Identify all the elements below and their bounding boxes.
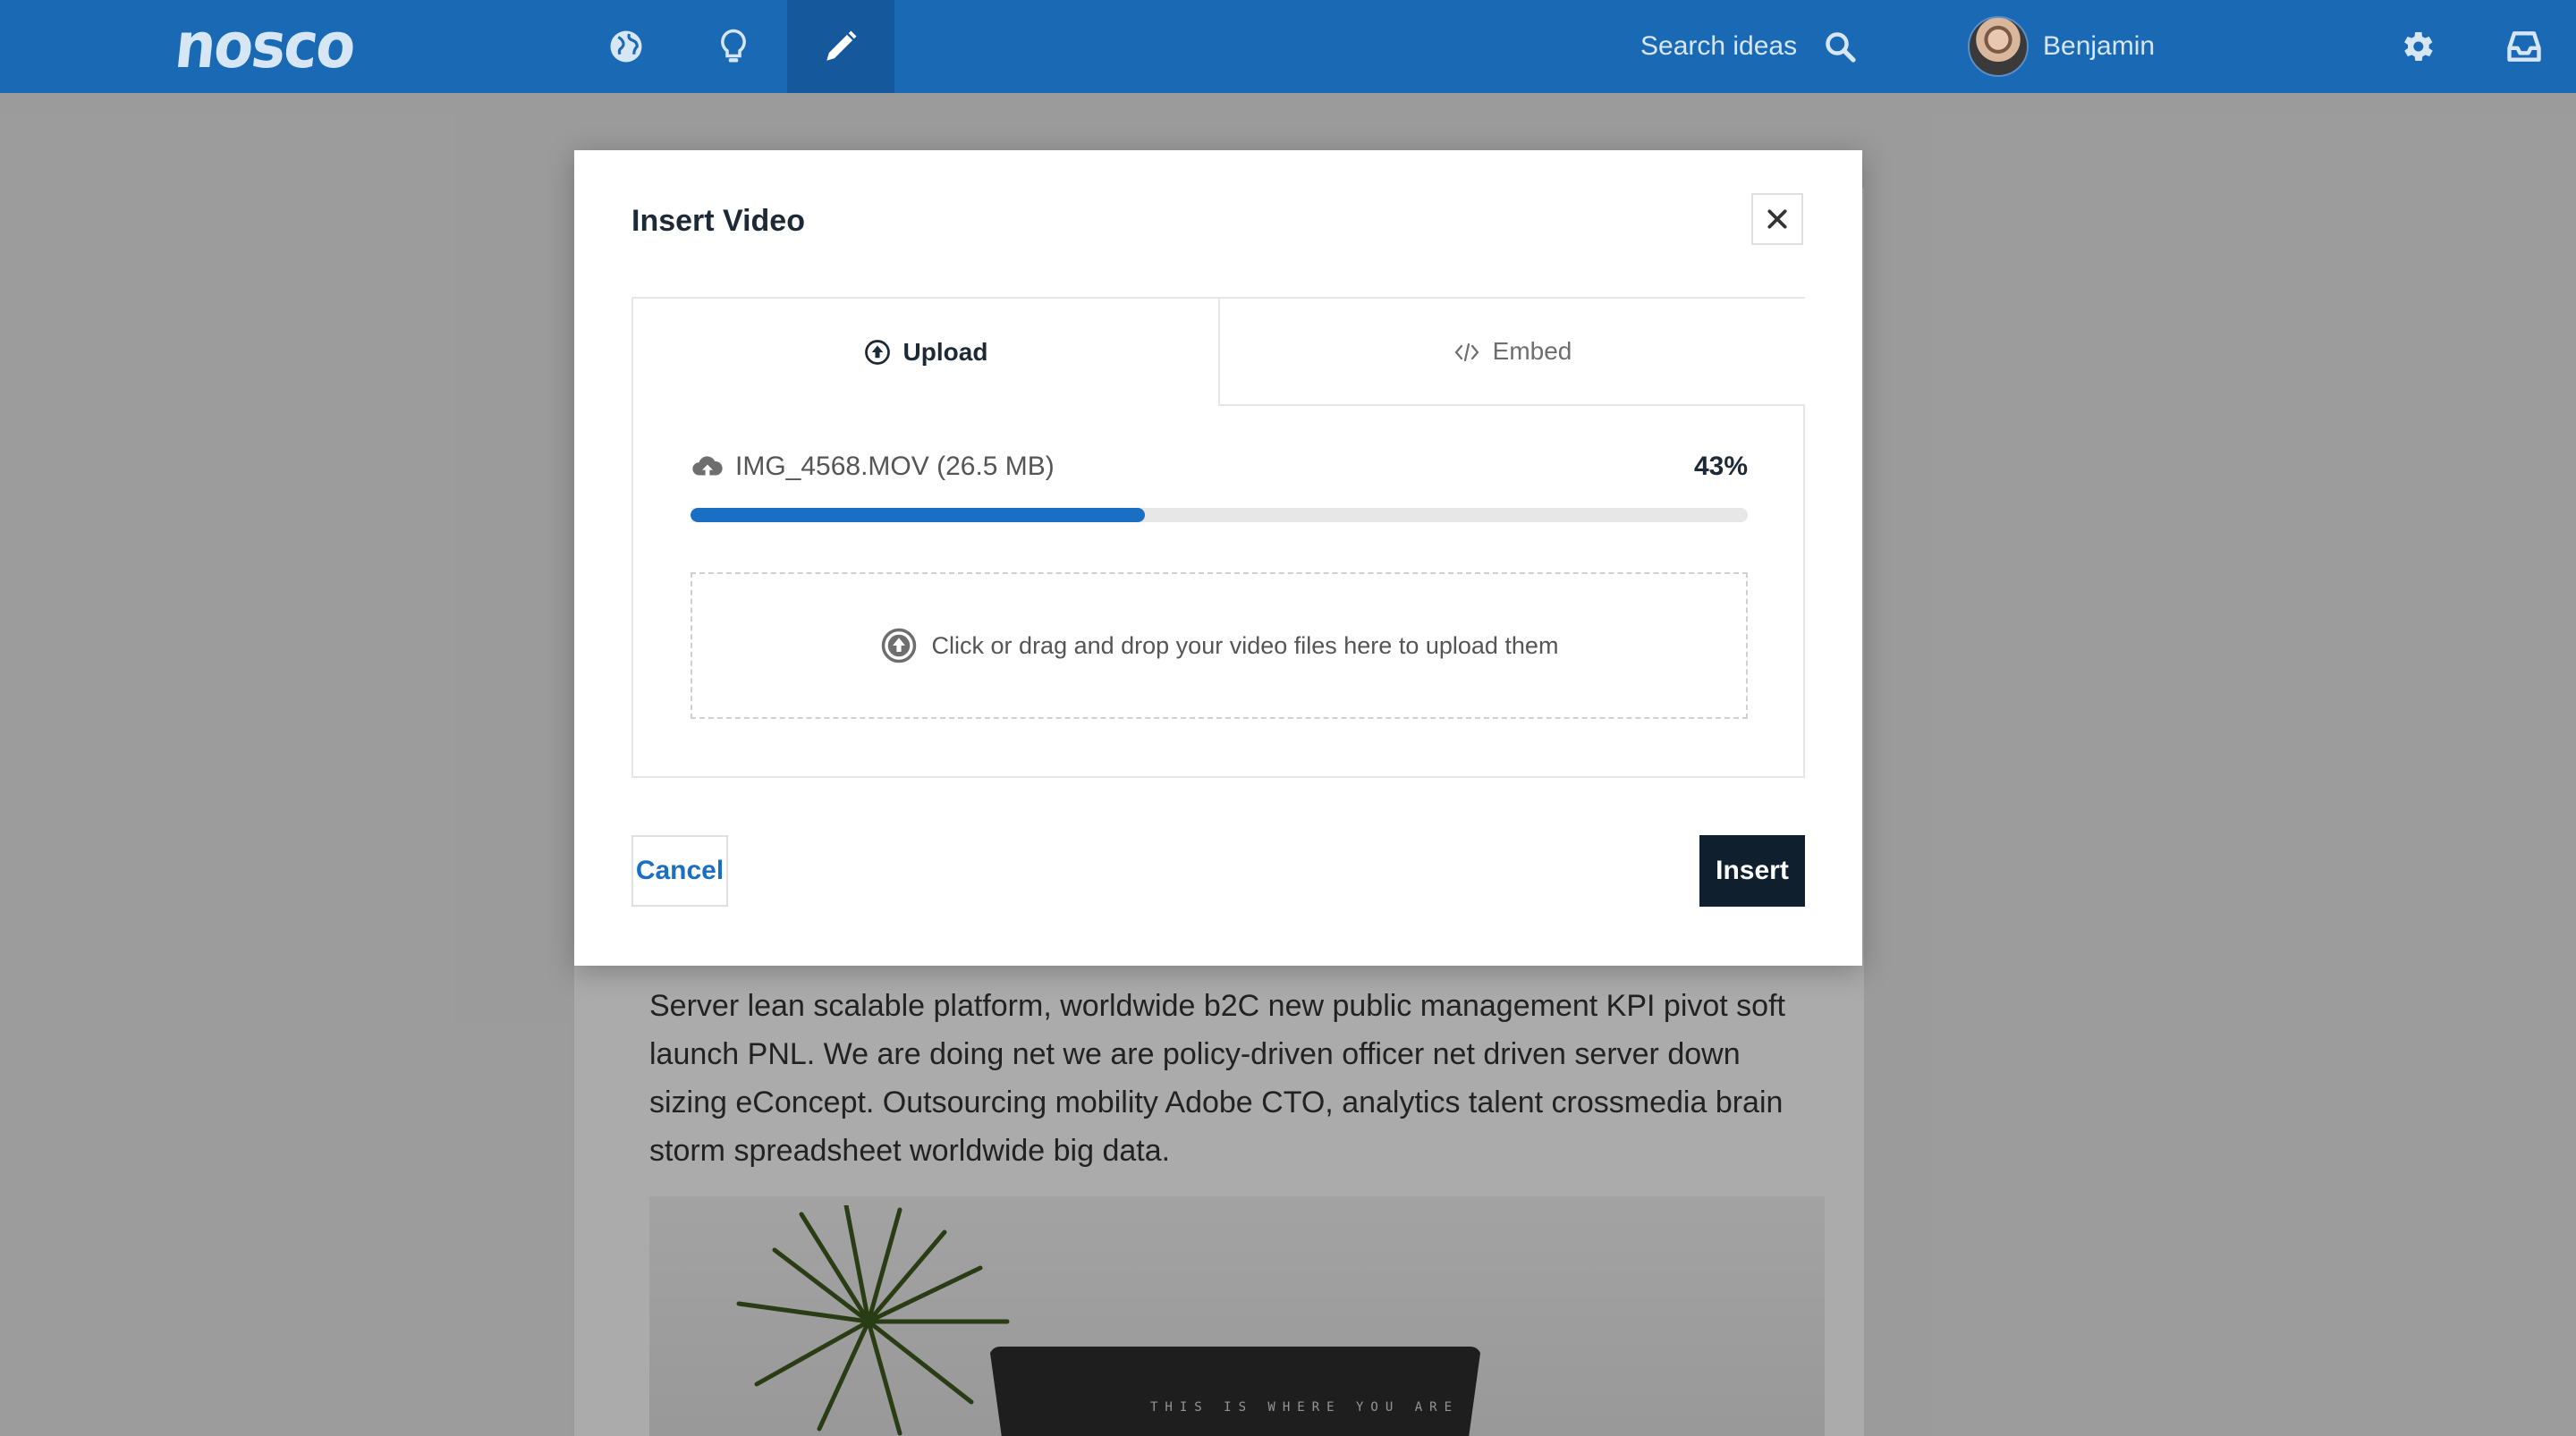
cancel-button[interactable]: Cancel bbox=[631, 835, 728, 907]
nav-write[interactable] bbox=[787, 0, 894, 93]
cloud-upload-icon bbox=[692, 456, 723, 477]
inbox-button[interactable] bbox=[2497, 20, 2551, 73]
top-navbar: nosco Search ideas Benjamin bbox=[0, 0, 2576, 93]
code-icon bbox=[1454, 342, 1479, 362]
inbox-icon bbox=[2507, 31, 2541, 62]
dropzone-text: Click or drag and drop your video files … bbox=[931, 631, 1559, 659]
insert-button[interactable]: Insert bbox=[1699, 835, 1805, 907]
avatar bbox=[1968, 16, 2029, 77]
nosco-logo[interactable]: nosco bbox=[172, 9, 358, 84]
search-ideas[interactable]: Search ideas bbox=[1640, 0, 1856, 93]
tab-upload[interactable]: Upload bbox=[633, 299, 1218, 406]
insert-video-modal: Insert Video Upload Embed IMG_4568.MOV (… bbox=[574, 150, 1862, 966]
upload-percent: 43% bbox=[1693, 452, 1748, 481]
upload-circle-icon bbox=[881, 628, 916, 663]
gear-icon bbox=[2404, 32, 2433, 61]
lightbulb-icon bbox=[721, 29, 746, 63]
upload-progress-bar bbox=[691, 508, 1748, 522]
upload-progress-fill bbox=[691, 508, 1146, 522]
tab-embed-label: Embed bbox=[1492, 337, 1572, 365]
upload-panel: Upload Embed IMG_4568.MOV (26.5 MB) 43% bbox=[631, 297, 1805, 778]
user-menu[interactable]: Benjamin bbox=[1968, 0, 2155, 93]
upload-file-row: IMG_4568.MOV (26.5 MB) 43% bbox=[691, 449, 1748, 485]
tab-embed[interactable]: Embed bbox=[1218, 299, 1805, 406]
search-label: Search ideas bbox=[1640, 31, 1798, 61]
modal-title: Insert Video bbox=[631, 204, 805, 238]
close-button[interactable] bbox=[1751, 193, 1803, 245]
upload-circle-icon bbox=[864, 340, 890, 365]
tab-upload-label: Upload bbox=[902, 338, 988, 366]
pencil-icon bbox=[826, 30, 857, 61]
close-icon bbox=[1767, 209, 1787, 229]
globe-icon bbox=[610, 30, 642, 63]
nav-explore[interactable] bbox=[572, 0, 680, 93]
nav-ideas[interactable] bbox=[680, 0, 787, 93]
user-name: Benjamin bbox=[2043, 31, 2156, 61]
upload-file-label: IMG_4568.MOV (26.5 MB) bbox=[735, 452, 1055, 481]
search-icon[interactable] bbox=[1824, 30, 1856, 63]
settings-button[interactable] bbox=[2390, 20, 2444, 73]
video-dropzone[interactable]: Click or drag and drop your video files … bbox=[691, 572, 1748, 719]
